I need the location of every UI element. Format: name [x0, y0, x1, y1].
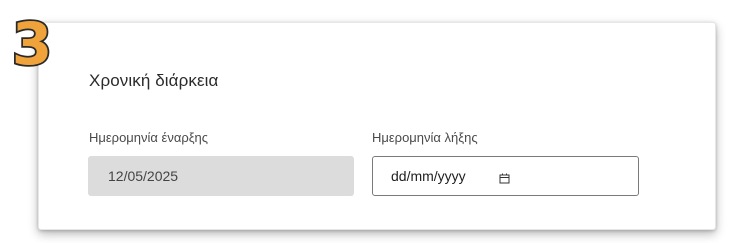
end-date-placeholder: dd/mm/yyyy	[391, 168, 466, 184]
start-date-label: Ημερομηνία έναρξης	[89, 130, 209, 145]
step-number: 3	[12, 14, 52, 74]
end-date-input[interactable]: dd/mm/yyyy	[372, 156, 639, 196]
screen: 3 Χρονική διάρκεια Ημερομηνία έναρξης Ημ…	[0, 0, 738, 243]
section-title: Χρονική διάρκεια	[89, 71, 219, 90]
calendar-icon[interactable]	[499, 171, 510, 183]
start-date-field: 12/05/2025	[88, 156, 354, 196]
start-date-value: 12/05/2025	[108, 168, 179, 184]
step-number-badge: 3	[10, 14, 54, 74]
duration-card: Χρονική διάρκεια Ημερομηνία έναρξης Ημερ…	[38, 22, 716, 230]
end-date-label: Ημερομηνία λήξης	[372, 130, 478, 145]
